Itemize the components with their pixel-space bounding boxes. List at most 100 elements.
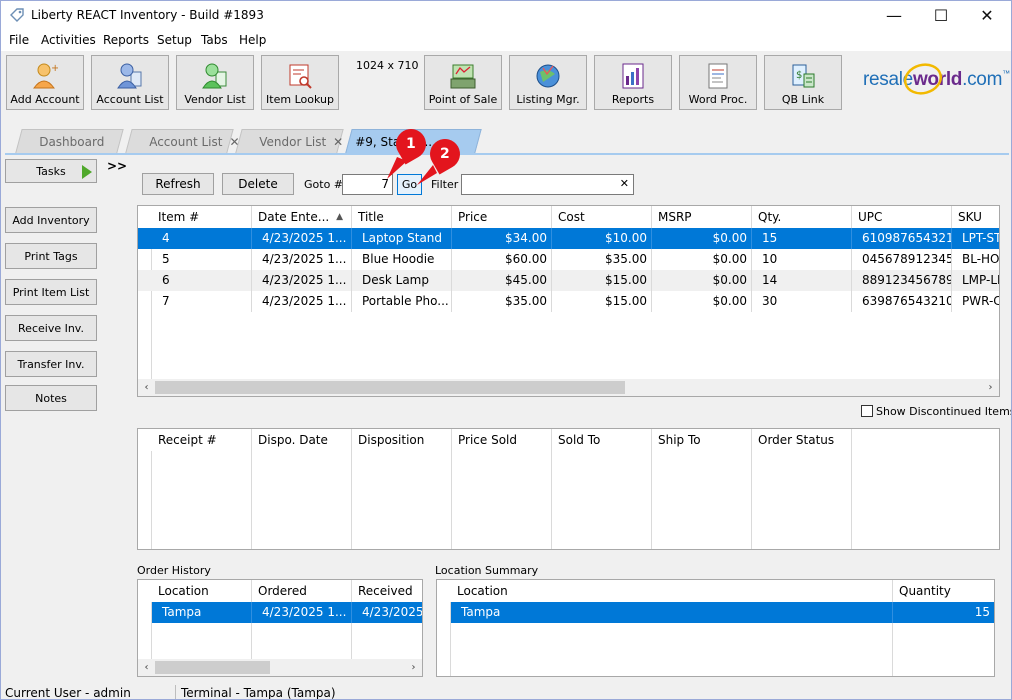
menu-file[interactable]: File [9,33,29,47]
item-lookup-button[interactable]: Item Lookup [261,55,339,110]
cell-quantity: 15 [974,605,990,619]
filter-input[interactable]: ✕ [461,174,634,195]
column-header-date-entered[interactable]: Date Ente... ▲ [252,206,352,228]
resolution-label: 1024 x 710 [356,59,419,72]
clear-filter-icon[interactable]: ✕ [620,177,629,190]
menu-activities[interactable]: Activities [41,33,96,47]
column-header-quantity[interactable]: Quantity [893,580,994,676]
logo-trademark: ™ [1002,69,1010,78]
column-header-qty[interactable]: Qty. [752,206,852,228]
scroll-left-icon[interactable]: ‹ [138,659,155,676]
status-divider [175,685,176,699]
tab-dashboard[interactable]: Dashboard [15,129,124,154]
cell-item-number: 4 [152,228,252,249]
column-header-upc[interactable]: UPC [852,206,952,228]
collapse-panel-toggle[interactable]: >> [107,159,127,173]
table-row[interactable]: 4 4/23/2025 1... Laptop Stand $34.00 $10… [138,228,999,249]
refresh-button[interactable]: Refresh [142,173,214,195]
minimize-button[interactable]: — [871,1,917,30]
column-header-dispo-date[interactable]: Dispo. Date [252,429,352,549]
cell-cost: $15.00 [552,291,652,312]
column-header-sold-to[interactable]: Sold To [552,429,652,549]
menu-reports[interactable]: Reports [103,33,149,47]
column-header-cost[interactable]: Cost [552,206,652,228]
cell-msrp: $0.00 [652,291,752,312]
table-row[interactable]: 6 4/23/2025 1... Desk Lamp $45.00 $15.00… [138,270,999,291]
menu-setup[interactable]: Setup [157,33,192,47]
account-list-button[interactable]: Account List [91,55,169,110]
vendor-list-button[interactable]: Vendor List [176,55,254,110]
items-horizontal-scrollbar[interactable]: ‹ › [138,379,999,396]
print-tags-label: Print Tags [24,249,78,263]
table-row[interactable]: Tampa 15 [451,602,994,623]
add-account-label: Add Account [10,93,80,106]
scroll-right-icon[interactable]: › [982,379,999,396]
quickbooks-link-icon: $ [792,64,815,88]
column-header-title[interactable]: Title [352,206,452,228]
column-header-label: Dispo. Date [258,433,328,447]
scroll-right-icon[interactable]: › [405,659,422,676]
cell-price: $35.00 [452,291,552,312]
close-button[interactable]: ✕ [964,1,1010,30]
svg-text:+: + [51,63,58,74]
cell-item-number: 7 [152,291,252,312]
refresh-label: Refresh [155,177,201,191]
table-row[interactable]: Tampa 4/23/2025 1... 4/23/2025 [152,602,422,623]
scroll-left-icon[interactable]: ‹ [138,379,155,396]
scrollbar-thumb[interactable] [155,661,270,674]
delete-button[interactable]: Delete [222,173,294,195]
status-current-user: Current User - admin [5,686,131,700]
tab-account-list[interactable]: Account List ✕ [125,129,240,154]
menu-tabs[interactable]: Tabs [201,33,228,47]
receive-inventory-button[interactable]: Receive Inv. [5,315,97,341]
add-account-button[interactable]: + Add Account [6,55,84,110]
order-history-title: Order History [137,564,211,577]
title-bar: Liberty REACT Inventory - Build #1893 — … [1,1,1011,30]
order-history-horizontal-scrollbar[interactable]: ‹ › [138,659,422,676]
maximize-icon: ☐ [933,6,949,25]
column-header-disposition[interactable]: Disposition [352,429,452,549]
column-header-label: Item # [158,210,200,224]
column-header-label: SKU [958,210,982,224]
column-header-price[interactable]: Price [452,206,552,228]
cell-location: Tampa [451,602,893,623]
add-inventory-button[interactable]: Add Inventory [5,207,97,233]
show-discontinued-label: Show Discontinued Items [876,405,1012,418]
delete-label: Delete [238,177,278,191]
column-header-item-number[interactable]: Item # [152,206,252,228]
scrollbar-thumb[interactable] [155,381,625,394]
table-row[interactable]: 7 4/23/2025 1... Portable Pho... $35.00 … [138,291,999,312]
cell-msrp: $0.00 [652,228,752,249]
reports-button[interactable]: Reports [594,55,672,110]
column-header-msrp[interactable]: MSRP [652,206,752,228]
table-row[interactable]: 5 4/23/2025 1... Blue Hoodie $60.00 $35.… [138,249,999,270]
show-discontinued-checkbox[interactable] [861,405,873,417]
column-header-order-status[interactable]: Order Status [752,429,852,549]
column-header-label: Price [458,210,488,224]
column-header-price-sold[interactable]: Price Sold [452,429,552,549]
print-tags-button[interactable]: Print Tags [5,243,97,269]
notes-button[interactable]: Notes [5,385,97,411]
print-item-list-button[interactable]: Print Item List [5,279,97,305]
point-of-sale-icon [450,64,476,89]
point-of-sale-button[interactable]: Point of Sale [424,55,502,110]
tab-vendor-list[interactable]: Vendor List ✕ [235,129,344,154]
word-processor-button[interactable]: Word Proc. [679,55,757,110]
column-header-label: Price Sold [458,433,517,447]
tasks-button[interactable]: Tasks [5,159,97,183]
tab-close-icon[interactable]: ✕ [333,135,343,149]
column-header-receipt-number[interactable]: Receipt # [152,429,252,549]
column-header-location[interactable]: Location [451,580,893,676]
listing-manager-button[interactable]: Listing Mgr. [509,55,587,110]
maximize-button[interactable]: ☐ [918,1,964,30]
column-header-label: Date Ente... [258,210,330,224]
left-task-panel: Tasks Add Inventory Print Tags Print Ite… [1,155,101,685]
quickbooks-link-button[interactable]: $ QB Link [764,55,842,110]
order-history-grid: Location Ordered Received Tampa 4/23/202… [137,579,423,677]
svg-text:$: $ [796,70,802,81]
app-tag-icon [10,8,24,22]
menu-help[interactable]: Help [239,33,266,47]
column-header-ship-to[interactable]: Ship To [652,429,752,549]
transfer-inventory-button[interactable]: Transfer Inv. [5,351,97,377]
column-header-sku[interactable]: SKU [952,206,999,228]
